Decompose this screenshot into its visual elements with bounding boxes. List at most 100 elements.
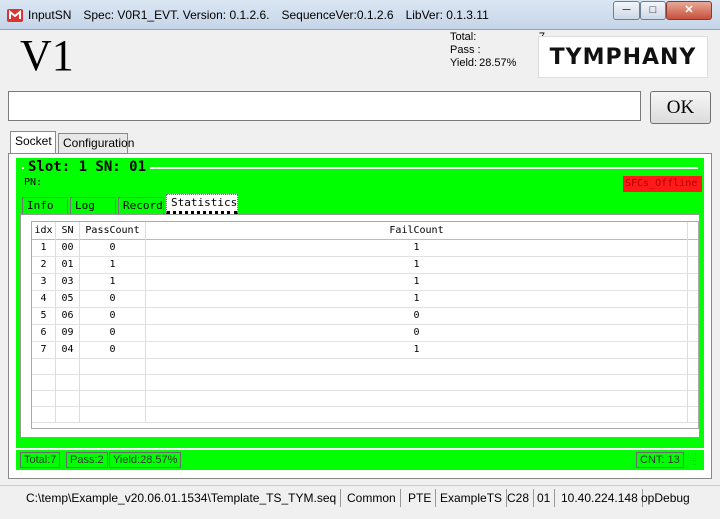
cell-failcount: 1 — [146, 291, 688, 307]
app-icon — [7, 9, 23, 22]
tab-statistics[interactable]: Statistics — [166, 194, 238, 214]
pass-label: Pass : — [450, 44, 481, 56]
maximize-button[interactable]: □ — [640, 1, 666, 20]
cell-sn: 05 — [56, 291, 80, 307]
cell-idx: 6 — [32, 325, 56, 341]
sn-input[interactable] — [8, 91, 641, 121]
column-header-sn[interactable]: SN — [56, 222, 80, 240]
cell-sn: 01 — [56, 257, 80, 273]
yield-summary: Total: 7 Pass : 2 Yield:28.57% — [450, 31, 545, 70]
slot-panel: Slot: 1 SN: 01 PN: SFCs_Offline Info Log… — [16, 158, 704, 448]
cell-failcount: 0 — [146, 308, 688, 324]
table-row[interactable]: 6 09 0 0 — [32, 325, 698, 342]
status-mode: Common — [343, 489, 401, 507]
slot-yield: Yield:28.57% — [109, 452, 182, 468]
cell-passcount: 0 — [80, 240, 146, 256]
tab-record[interactable]: Record — [118, 197, 164, 214]
yield-value: 28.57% — [479, 57, 517, 69]
slot-title: Slot: 1 SN: 01 — [24, 159, 151, 175]
tab-socket[interactable]: Socket — [10, 131, 56, 154]
yield-label: Yield: — [450, 57, 478, 69]
table-row[interactable]: 4 05 0 1 — [32, 291, 698, 308]
status-ip: 10.40.224.148 — [557, 489, 643, 507]
table-row[interactable]: 3 03 1 1 — [32, 274, 698, 291]
cell-passcount: 1 — [80, 257, 146, 273]
empty-cell — [32, 359, 56, 375]
empty-cell — [146, 391, 688, 407]
ok-button[interactable]: OK — [650, 91, 711, 124]
sequence-path: C:\temp\Example_v20.06.01.1534\Template_… — [22, 489, 342, 507]
slot-total: Total:7 — [20, 452, 61, 468]
empty-cell — [146, 407, 688, 423]
empty-row — [32, 359, 698, 375]
sfcs-status-badge: SFCs_Offline — [623, 176, 702, 192]
empty-row — [32, 407, 698, 423]
tab-info[interactable]: Info — [22, 197, 68, 214]
table-body: 1 00 0 1 2 01 1 1 3 03 1 1 4 05 0 1 5 06 0 0 6 09 0 0 7 04 0 1 — [32, 240, 698, 423]
table-row[interactable]: 2 01 1 1 — [32, 257, 698, 274]
column-header-failcount[interactable]: FailCount — [146, 222, 688, 240]
total-value: 7 — [490, 31, 545, 44]
column-header-passcount[interactable]: PassCount — [80, 222, 146, 240]
empty-cell — [32, 375, 56, 391]
empty-cell — [56, 391, 80, 407]
statistics-panel: idx SN PassCount FailCount 1 00 0 1 2 01 1 1 3 03… — [20, 214, 700, 438]
empty-row — [32, 375, 698, 391]
resize-grip-icon[interactable]: .::: — [692, 453, 702, 467]
cell-idx: 2 — [32, 257, 56, 273]
station-name: V1 — [20, 31, 74, 80]
cell-idx: 3 — [32, 274, 56, 290]
cell-passcount: 0 — [80, 291, 146, 307]
empty-cell — [32, 391, 56, 407]
cell-idx: 1 — [32, 240, 56, 256]
cell-passcount: 0 — [80, 325, 146, 341]
cell-sn: 04 — [56, 342, 80, 358]
cell-failcount: 1 — [146, 274, 688, 290]
cell-sn: 06 — [56, 308, 80, 324]
status-c28: C28 — [503, 489, 535, 507]
statistics-table[interactable]: idx SN PassCount FailCount 1 00 0 1 2 01 1 1 3 03… — [31, 221, 699, 429]
window-title: InputSN Spec: V0R1_EVT. Version: 0.1.2.6.… — [28, 8, 489, 22]
cell-idx: 7 — [32, 342, 56, 358]
status-debug: opDebug — [641, 491, 690, 505]
tab-log[interactable]: Log — [70, 197, 116, 214]
status-pte: PTE — [404, 489, 437, 507]
empty-cell — [80, 407, 146, 423]
status-bar: C:\temp\Example_v20.06.01.1534\Template_… — [0, 485, 720, 509]
minimize-button[interactable]: ─ — [613, 1, 640, 20]
title-bar: InputSN Spec: V0R1_EVT. Version: 0.1.2.6.… — [0, 0, 720, 30]
status-example: ExampleTS — [436, 489, 508, 507]
empty-cell — [80, 391, 146, 407]
table-row[interactable]: 5 06 0 0 — [32, 308, 698, 325]
empty-cell — [80, 359, 146, 375]
column-header-idx[interactable]: idx — [32, 222, 56, 240]
pn-label: PN: — [24, 177, 43, 188]
cell-passcount: 0 — [80, 342, 146, 358]
table-header: idx SN PassCount FailCount — [32, 222, 698, 240]
slot-count: CNT: 13 — [636, 452, 684, 468]
status-slot: 01 — [533, 489, 556, 507]
cell-sn: 09 — [56, 325, 80, 341]
cell-passcount: 0 — [80, 308, 146, 324]
cell-failcount: 1 — [146, 342, 688, 358]
close-button[interactable]: ✕ — [666, 1, 712, 20]
tab-configuration[interactable]: Configuration — [58, 133, 134, 153]
cell-sn: 00 — [56, 240, 80, 256]
cell-failcount: 1 — [146, 257, 688, 273]
table-row[interactable]: 7 04 0 1 — [32, 342, 698, 359]
cell-idx: 4 — [32, 291, 56, 307]
cell-idx: 5 — [32, 308, 56, 324]
cell-passcount: 1 — [80, 274, 146, 290]
cell-sn: 03 — [56, 274, 80, 290]
pass-value: 2 — [490, 44, 545, 57]
slot-status-bar: Total:7 Pass:2 Yield:28.57% CNT: 13 .::: — [16, 450, 704, 470]
empty-cell — [56, 375, 80, 391]
empty-cell — [146, 375, 688, 391]
total-label: Total: — [450, 31, 477, 43]
empty-cell — [56, 407, 80, 423]
empty-cell — [32, 407, 56, 423]
cell-failcount: 0 — [146, 325, 688, 341]
empty-cell — [80, 375, 146, 391]
table-row[interactable]: 1 00 0 1 — [32, 240, 698, 257]
empty-cell — [56, 359, 80, 375]
